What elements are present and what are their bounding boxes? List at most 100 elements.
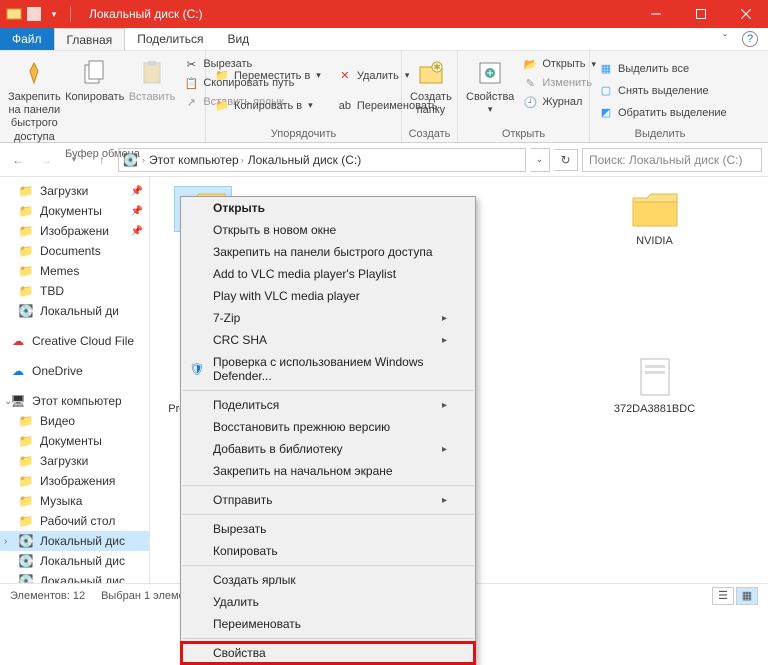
qat-save-icon[interactable] <box>26 6 42 22</box>
folder-icon: 📁 <box>18 453 34 469</box>
folder-icon: 📁 <box>18 263 34 279</box>
sidebar-item-videos[interactable]: 📁Видео <box>0 411 149 431</box>
tab-share[interactable]: Поделиться <box>125 28 215 50</box>
tab-home[interactable]: Главная <box>54 28 126 50</box>
sidebar-item-desktop[interactable]: 📁Рабочий стол <box>0 511 149 531</box>
pin-icon: 📌 <box>131 206 143 217</box>
selectnone-icon: ▢ <box>598 83 614 99</box>
ctx-7zip[interactable]: 7-Zip▸ <box>181 307 475 329</box>
organize-group-label: Упорядочить <box>212 126 395 140</box>
qat-dropdown-icon[interactable]: ▾ <box>46 6 62 22</box>
ctx-delete[interactable]: Удалить <box>181 591 475 613</box>
ctx-copy[interactable]: Копировать <box>181 540 475 562</box>
back-button[interactable]: ← <box>6 148 30 172</box>
sidebar-item-drive-c[interactable]: ›💽Локальный дис <box>0 531 149 551</box>
help-icon[interactable]: ? <box>742 31 758 47</box>
ctx-crcsha[interactable]: CRC SHA▸ <box>181 329 475 351</box>
forward-button[interactable]: → <box>34 148 58 172</box>
view-details-button[interactable]: ☰ <box>712 587 734 605</box>
chevron-right-icon: ▸ <box>442 335 447 346</box>
ctx-open-new[interactable]: Открыть в новом окне <box>181 219 475 241</box>
ctx-add-library[interactable]: Добавить в библиотеку▸ <box>181 438 475 460</box>
newfolder-label: Создать папку <box>410 91 452 117</box>
sidebar-item-drive-d[interactable]: 💽Локальный дис <box>0 551 149 571</box>
up-button[interactable]: ↑ <box>90 148 114 172</box>
chevron-down-icon[interactable]: ⌄ <box>4 396 12 407</box>
chevron-right-icon[interactable]: › <box>4 536 7 547</box>
folder-icon: 📁 <box>18 223 34 239</box>
breadcrumb-drive: Локальный диск (C:) <box>248 153 362 167</box>
chevron-right-icon: ▸ <box>442 495 447 506</box>
separator <box>183 514 473 515</box>
separator <box>183 565 473 566</box>
search-input[interactable]: Поиск: Локальный диск (C:) <box>582 148 762 172</box>
pin-quickaccess-button[interactable]: Закрепить на панели быстрого доступа <box>6 55 63 146</box>
collapse-ribbon-icon[interactable]: ˇ <box>716 30 734 48</box>
folder-item[interactable]: NVIDIA <box>612 187 697 248</box>
copy-button[interactable]: Копировать <box>67 55 123 146</box>
drive-icon: 💽 <box>123 153 138 167</box>
newfolder-button[interactable]: ✱ Создать папку <box>408 55 454 126</box>
invertselection-button[interactable]: ◩Обратить выделение <box>596 104 729 122</box>
tab-file[interactable]: Файл <box>0 28 54 50</box>
sidebar-item-drive-e[interactable]: 💽Локальный дис <box>0 571 149 583</box>
address-dropdown[interactable]: ⌄ <box>530 148 550 172</box>
cloud-icon: ☁ <box>10 333 26 349</box>
properties-button[interactable]: Свойства ▾ <box>464 55 516 126</box>
tab-view[interactable]: Вид <box>215 28 261 50</box>
explorer-icon <box>6 6 22 22</box>
ctx-vlc-play[interactable]: Play with VLC media player <box>181 285 475 307</box>
breadcrumb[interactable]: 💽 › Этот компьютер› Локальный диск (C:) <box>118 148 526 172</box>
ctx-defender[interactable]: 🛡Проверка с использованием Windows Defen… <box>181 351 475 387</box>
sidebar-item-downloads[interactable]: 📁Загрузки📌 <box>0 181 149 201</box>
ctx-properties[interactable]: Свойства <box>181 642 475 664</box>
ctx-pin-quickaccess[interactable]: Закрепить на панели быстрого доступа <box>181 241 475 263</box>
ctx-pin-start[interactable]: Закрепить на начальном экране <box>181 460 475 482</box>
recent-dropdown[interactable]: ▾ <box>62 148 86 172</box>
paste-button[interactable]: Вставить <box>127 55 178 146</box>
breadcrumb-root: Этот компьютер› <box>149 153 244 167</box>
close-button[interactable] <box>723 0 768 28</box>
ctx-restore[interactable]: Восстановить прежнюю версию <box>181 416 475 438</box>
ctx-sendto[interactable]: Отправить▸ <box>181 489 475 511</box>
maximize-button[interactable] <box>678 0 723 28</box>
selectall-button[interactable]: ▦Выделить все <box>596 60 729 78</box>
sidebar-thispc[interactable]: ⌄🖥Этот компьютер <box>0 391 149 411</box>
sidebar-item-img[interactable]: 📁Изображения <box>0 471 149 491</box>
sidebar-creative-cloud[interactable]: ☁Creative Cloud File <box>0 331 149 351</box>
view-icons-button[interactable]: ▦ <box>736 587 758 605</box>
selectnone-button[interactable]: ▢Снять выделение <box>596 82 729 100</box>
edit-button[interactable]: ✎Изменить <box>520 74 598 92</box>
ctx-vlc-add[interactable]: Add to VLC media player's Playlist <box>181 263 475 285</box>
folder-icon: 📁 <box>18 203 34 219</box>
sidebar-onedrive[interactable]: ☁OneDrive <box>0 361 149 381</box>
refresh-button[interactable]: ↻ <box>554 149 578 171</box>
sidebar-item-music[interactable]: 📁Музыка <box>0 491 149 511</box>
ctx-share[interactable]: Поделиться▸ <box>181 394 475 416</box>
moveto-button[interactable]: 📁Переместить в▾ <box>212 67 323 85</box>
sidebar-item-docs[interactable]: 📁Документы <box>0 431 149 451</box>
ctx-open[interactable]: Открыть <box>181 197 475 219</box>
moveto-icon: 📁 <box>214 68 230 84</box>
sidebar-item-documents[interactable]: 📁Документы📌 <box>0 201 149 221</box>
ctx-shortcut[interactable]: Создать ярлык <box>181 569 475 591</box>
ribbon-tabs: Файл Главная Поделиться Вид ˇ ? <box>0 28 768 51</box>
ctx-rename[interactable]: Переименовать <box>181 613 475 635</box>
minimize-button[interactable] <box>633 0 678 28</box>
drive-icon: 💽 <box>18 573 34 583</box>
folder-item[interactable]: 372DA3881BDC <box>612 355 697 429</box>
copyto-button[interactable]: 📁Копировать в▾ <box>212 97 323 115</box>
sidebar-item-memes[interactable]: 📁Memes <box>0 261 149 281</box>
sidebar-item-pictures[interactable]: 📁Изображени📌 <box>0 221 149 241</box>
sidebar-item-documents2[interactable]: 📁Documents <box>0 241 149 261</box>
sidebar-item-tbd[interactable]: 📁TBD <box>0 281 149 301</box>
history-button[interactable]: 🕘Журнал <box>520 93 598 111</box>
ctx-cut[interactable]: Вырезать <box>181 518 475 540</box>
open-button[interactable]: 📂Открыть▾ <box>520 55 598 73</box>
sidebar-item-localdisk[interactable]: 💽Локальный ди <box>0 301 149 321</box>
drive-icon: 💽 <box>18 303 34 319</box>
folder-icon: 📁 <box>18 413 34 429</box>
copy-label: Копировать <box>65 91 124 104</box>
drive-icon: 💽 <box>18 553 34 569</box>
sidebar-item-dl[interactable]: 📁Загрузки <box>0 451 149 471</box>
